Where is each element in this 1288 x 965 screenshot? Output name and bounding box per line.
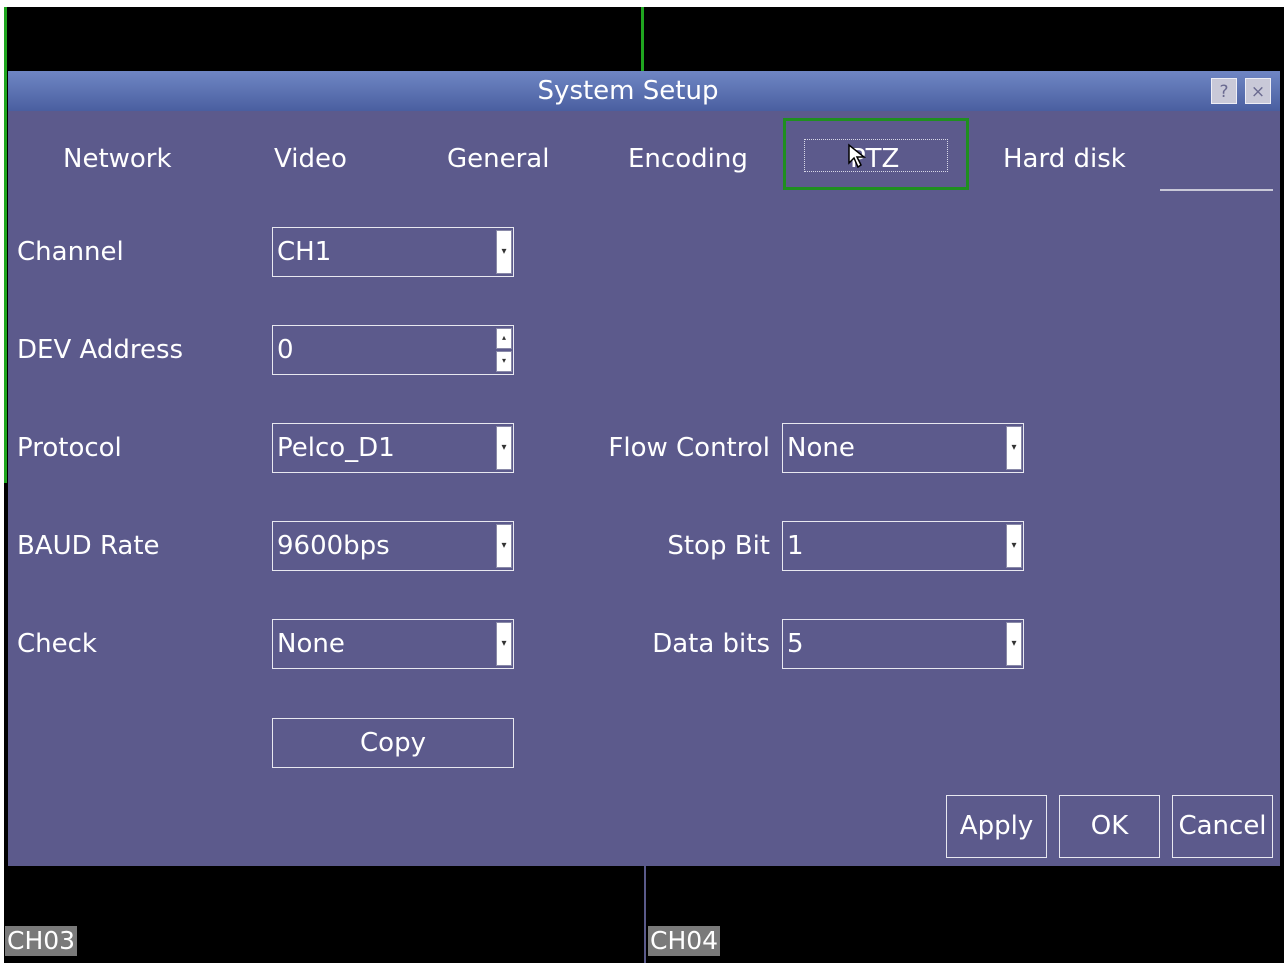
chevron-down-icon[interactable]: ▾ bbox=[496, 426, 512, 470]
channel-divider-left bbox=[4, 7, 7, 483]
chevron-down-icon[interactable]: ▾ bbox=[496, 622, 512, 666]
chevron-down-icon[interactable]: ▾ bbox=[496, 524, 512, 568]
apply-button[interactable]: Apply bbox=[946, 795, 1047, 858]
chevron-down-icon[interactable]: ▾ bbox=[1006, 524, 1022, 568]
dev-address-label: DEV Address bbox=[17, 335, 184, 365]
check-value: None bbox=[277, 629, 345, 659]
help-button[interactable]: ? bbox=[1211, 78, 1237, 104]
chevron-down-icon[interactable]: ▾ bbox=[1006, 426, 1022, 470]
chevron-down-icon[interactable]: ▾ bbox=[1006, 622, 1022, 666]
tab-underline bbox=[1160, 189, 1273, 191]
channel-label-ch03: CH03 bbox=[5, 926, 78, 956]
check-select[interactable]: None ▾ bbox=[272, 619, 514, 669]
channel-divider-top bbox=[641, 7, 644, 71]
mouse-cursor-icon bbox=[848, 143, 867, 169]
stop-bit-value: 1 bbox=[787, 531, 804, 561]
protocol-select[interactable]: Pelco_D1 ▾ bbox=[272, 423, 514, 473]
spin-down-icon[interactable]: ▾ bbox=[496, 351, 512, 372]
stop-bit-label: Stop Bit bbox=[667, 531, 770, 561]
flow-control-select[interactable]: None ▾ bbox=[782, 423, 1024, 473]
data-bits-select[interactable]: 5 ▾ bbox=[782, 619, 1024, 669]
flow-control-value: None bbox=[787, 433, 855, 463]
baud-rate-label: BAUD Rate bbox=[17, 531, 160, 561]
spin-up-icon[interactable]: ▴ bbox=[496, 328, 512, 349]
dev-address-spinbox[interactable]: 0 ▴ ▾ bbox=[272, 325, 514, 375]
protocol-label: Protocol bbox=[17, 433, 122, 463]
tab-general[interactable]: General bbox=[447, 139, 549, 179]
flow-control-label: Flow Control bbox=[608, 433, 770, 463]
close-button[interactable]: × bbox=[1245, 78, 1271, 104]
tab-hard-disk[interactable]: Hard disk bbox=[1003, 139, 1126, 179]
system-setup-dialog: System Setup ? × Network Video General E… bbox=[8, 71, 1280, 866]
dialog-title: System Setup bbox=[537, 76, 719, 106]
tab-network[interactable]: Network bbox=[63, 139, 172, 179]
stop-bit-select[interactable]: 1 ▾ bbox=[782, 521, 1024, 571]
baud-rate-value: 9600bps bbox=[277, 531, 390, 561]
channel-value: CH1 bbox=[277, 237, 332, 267]
channel-select[interactable]: CH1 ▾ bbox=[272, 227, 514, 277]
protocol-value: Pelco_D1 bbox=[277, 433, 395, 463]
check-label: Check bbox=[17, 629, 97, 659]
ok-button[interactable]: OK bbox=[1059, 795, 1160, 858]
channel-divider-bottom bbox=[644, 866, 646, 963]
data-bits-value: 5 bbox=[787, 629, 804, 659]
dialog-titlebar: System Setup ? × bbox=[8, 71, 1280, 111]
chevron-down-icon[interactable]: ▾ bbox=[496, 230, 512, 274]
data-bits-label: Data bits bbox=[652, 629, 770, 659]
cancel-button[interactable]: Cancel bbox=[1172, 795, 1273, 858]
tab-video[interactable]: Video bbox=[274, 139, 347, 179]
channel-label: Channel bbox=[17, 237, 124, 267]
channel-label-ch04: CH04 bbox=[648, 926, 721, 956]
dev-address-value: 0 bbox=[277, 335, 294, 365]
tab-encoding[interactable]: Encoding bbox=[628, 139, 748, 179]
copy-button[interactable]: Copy bbox=[272, 718, 514, 768]
baud-rate-select[interactable]: 9600bps ▾ bbox=[272, 521, 514, 571]
